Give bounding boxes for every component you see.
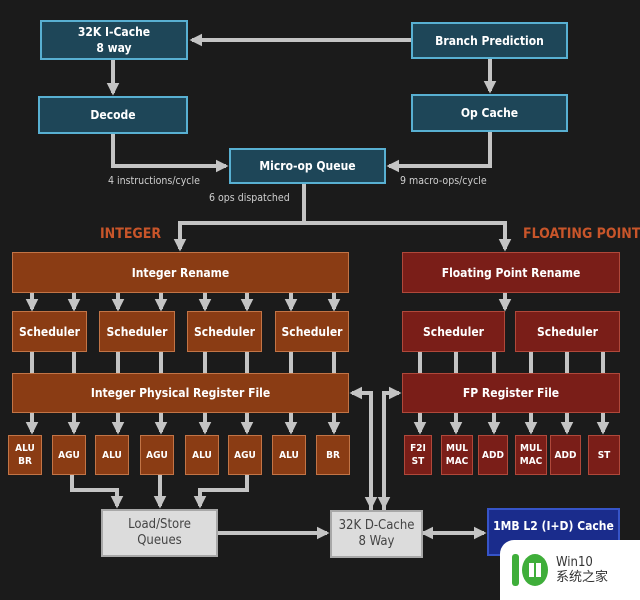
- fp-register-file-box: FP Register File: [402, 373, 620, 413]
- fp-register-file-label: FP Register File: [462, 386, 560, 400]
- integer-exec-unit: ALU: [185, 435, 219, 475]
- exec-unit-label: AGU: [146, 449, 168, 461]
- op-cache-rate-label: 9 macro-ops/cycle: [400, 175, 487, 187]
- exec-unit-label: MUL: [520, 443, 542, 454]
- watermark-logo: Win10 系统之家: [500, 540, 640, 600]
- watermark-line1: Win10: [556, 555, 593, 570]
- fp-exec-unit: ADD: [550, 435, 581, 475]
- fp-exec-unit: F2I ST: [404, 435, 432, 475]
- watermark-line2: 系统之家: [556, 570, 609, 585]
- exec-unit-label: MAC: [445, 456, 469, 467]
- scheduler-label: Scheduler: [106, 324, 168, 339]
- scheduler-label: Scheduler: [537, 324, 598, 339]
- fp-exec-unit: ADD: [478, 435, 508, 475]
- load-store-queues-box: Load/Store Queues: [101, 509, 218, 557]
- l2-cache-label: 1MB L2 (I+D) Cache: [493, 519, 614, 533]
- exec-unit-label: AGU: [58, 449, 80, 461]
- fp-exec-unit: MUL MAC: [515, 435, 547, 475]
- arrow-agu3-to-lsq: [193, 475, 249, 509]
- op-cache-box: Op Cache: [411, 94, 568, 132]
- dispatch-rate-label: 6 ops dispatched: [209, 192, 290, 204]
- queues-label: Queues: [137, 533, 182, 548]
- scheduler-label: Scheduler: [423, 324, 484, 339]
- scheduler-label: Scheduler: [194, 324, 255, 339]
- decode-box: Decode: [38, 96, 188, 134]
- integer-section-label: INTEGER: [100, 226, 162, 242]
- arrow-agu1-to-lsq: [70, 475, 124, 509]
- integer-exec-unit: AGU: [228, 435, 262, 475]
- integer-exec-unit: BR: [316, 435, 350, 475]
- fp-scheduler-box: Scheduler: [402, 311, 505, 352]
- fp-rename-label: Floating Point Rename: [441, 265, 581, 280]
- branch-prediction-box: Branch Prediction: [411, 22, 568, 59]
- scheduler-label: Scheduler: [281, 324, 343, 339]
- exec-unit-label: ALU: [192, 449, 212, 461]
- exec-unit-label: MUL: [446, 443, 468, 454]
- integer-rename-box: Integer Rename: [12, 252, 349, 293]
- fp-rename-box: Floating Point Rename: [402, 252, 620, 293]
- exec-unit-label: ALU: [15, 443, 35, 454]
- integer-scheduler-box: Scheduler: [12, 311, 87, 352]
- integer-exec-unit: AGU: [52, 435, 86, 475]
- decode-label: Decode: [90, 108, 136, 122]
- exec-unit-label: BR: [326, 449, 340, 461]
- fp-exec-unit: ST: [588, 435, 620, 475]
- exec-unit-label: ST: [411, 456, 425, 467]
- integer-exec-unit: ALU: [272, 435, 306, 475]
- icache-label: 32K I-Cache: [77, 25, 151, 39]
- dcache-ways: 8 Way: [358, 534, 395, 549]
- integer-scheduler-box: Scheduler: [99, 311, 175, 352]
- integer-scheduler-box: Scheduler: [275, 311, 349, 352]
- icache-ways: 8 way: [96, 41, 132, 55]
- scheduler-label: Scheduler: [19, 324, 80, 339]
- exec-unit-label: ADD: [482, 449, 504, 461]
- arrow-opcache-to-queue: [386, 132, 492, 173]
- connector-arrows: [25, 33, 610, 540]
- exec-unit-label: ALU: [279, 449, 299, 461]
- arrow-decode-to-queue: [111, 134, 229, 173]
- integer-register-file-box: Integer Physical Register File: [12, 373, 349, 413]
- dcache-label: 32K D-Cache: [338, 518, 415, 533]
- arrow-queue-to-fp: [304, 221, 512, 252]
- op-cache-label: Op Cache: [460, 106, 519, 120]
- integer-register-file-label: Integer Physical Register File: [90, 386, 271, 400]
- load-store-label: Load/Store: [128, 517, 191, 532]
- integer-exec-unit: ALU BR: [8, 435, 42, 475]
- icache-box: 32K I-Cache 8 way: [40, 20, 188, 60]
- fp-section-label: FLOATING POINT: [523, 226, 640, 242]
- arrow-dcache-to-intprf: [349, 386, 373, 510]
- integer-rename-label: Integer Rename: [131, 265, 230, 280]
- exec-unit-label: MAC: [519, 456, 543, 467]
- exec-unit-label: ALU: [102, 449, 122, 461]
- arrow-dcache-to-fprf: [382, 386, 402, 510]
- win10-logo-icon: [512, 552, 548, 588]
- fp-scheduler-box: Scheduler: [515, 311, 620, 352]
- integer-exec-unit: ALU: [95, 435, 129, 475]
- micro-op-queue-label: Micro-op Queue: [259, 159, 356, 173]
- dcache-box: 32K D-Cache 8 Way: [330, 510, 423, 558]
- fp-exec-unit: MUL MAC: [441, 435, 473, 475]
- exec-unit-label: AGU: [234, 449, 256, 461]
- exec-unit-label: F2I: [410, 443, 426, 454]
- micro-op-queue-box: Micro-op Queue: [229, 148, 386, 184]
- integer-scheduler-box: Scheduler: [187, 311, 262, 352]
- exec-unit-label: ADD: [554, 449, 577, 461]
- decode-rate-label: 4 instructions/cycle: [108, 175, 200, 187]
- exec-unit-label: ST: [597, 449, 611, 461]
- branch-prediction-label: Branch Prediction: [435, 33, 544, 48]
- integer-exec-unit: AGU: [140, 435, 174, 475]
- exec-unit-label: BR: [18, 456, 32, 467]
